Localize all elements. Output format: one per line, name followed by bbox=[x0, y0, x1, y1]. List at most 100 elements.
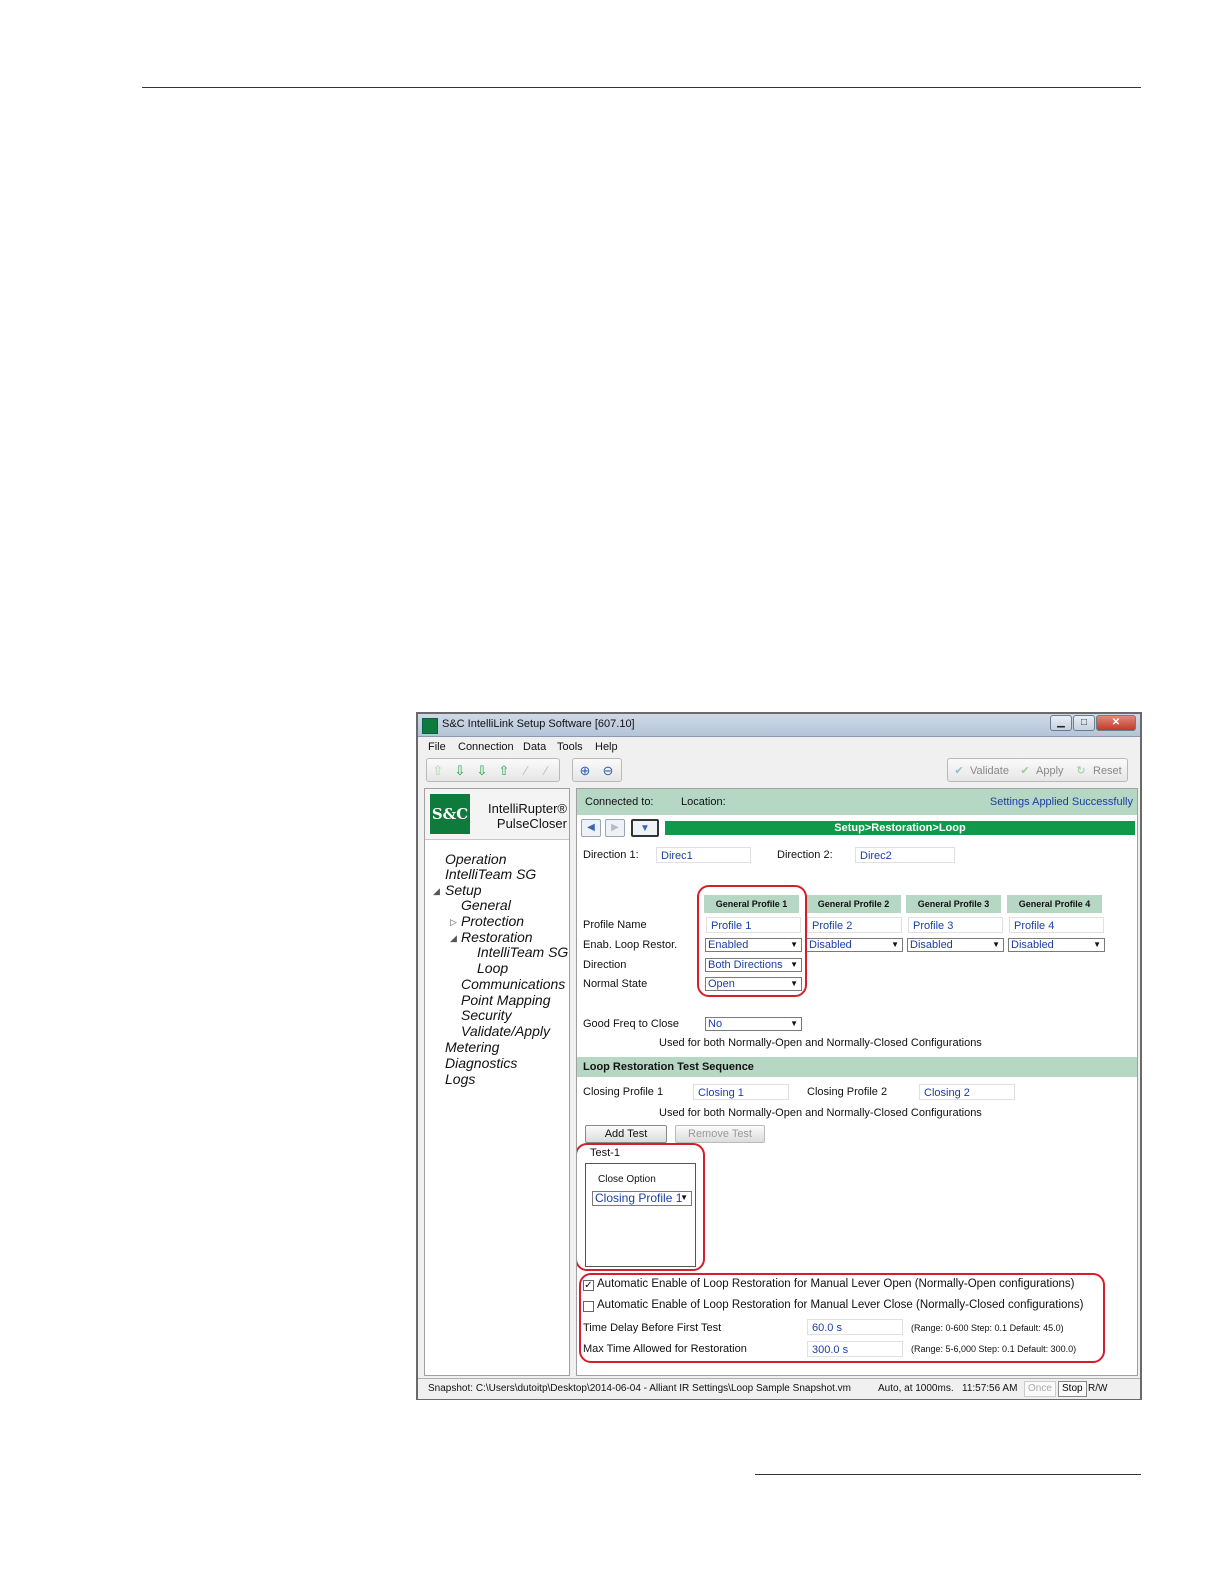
tree-point-mapping[interactable]: Point Mapping bbox=[461, 992, 551, 1008]
test-1-box: Close Option Closing Profile 1 ▼ bbox=[585, 1163, 696, 1267]
direction2-label: Direction 2: bbox=[777, 849, 833, 861]
chevron-down-icon: ▼ bbox=[1093, 940, 1101, 949]
title-bar: S&C IntelliLink Setup Software [607.10] … bbox=[418, 714, 1140, 737]
tree-setup[interactable]: Setup bbox=[445, 882, 482, 898]
remove-test-button[interactable]: Remove Test bbox=[675, 1125, 765, 1143]
closing-profile-1-field[interactable]: Closing 1 bbox=[693, 1084, 789, 1100]
breadcrumb: Setup>Restoration>Loop bbox=[665, 821, 1135, 835]
tree-metering[interactable]: Metering bbox=[445, 1039, 499, 1055]
once-button[interactable]: Once bbox=[1024, 1381, 1056, 1397]
apply-button[interactable]: Apply bbox=[1036, 765, 1064, 777]
profile-name-field-2[interactable]: Profile 2 bbox=[807, 917, 902, 933]
time-delay-field[interactable]: 60.0 s bbox=[807, 1319, 903, 1335]
expanded-arrow-icon[interactable]: ◢ bbox=[433, 886, 440, 897]
direction1-field[interactable]: Direc1 bbox=[656, 847, 751, 863]
tree-restoration[interactable]: Restoration bbox=[461, 929, 533, 945]
chevron-down-icon: ▼ bbox=[790, 960, 798, 969]
auto-close-checkbox[interactable] bbox=[583, 1301, 594, 1312]
auto-close-label: Automatic Enable of Loop Restoration for… bbox=[597, 1299, 1084, 1311]
zoom-out-icon[interactable]: ⊖ bbox=[601, 764, 615, 778]
close-button[interactable]: ✕ bbox=[1096, 715, 1136, 731]
location-label: Location: bbox=[681, 796, 726, 808]
column-header-profile-3: General Profile 3 bbox=[906, 895, 1001, 913]
profile-name-field-1[interactable]: Profile 1 bbox=[706, 917, 801, 933]
column-header-profile-4: General Profile 4 bbox=[1007, 895, 1102, 913]
sc-logo: S&C bbox=[430, 794, 470, 834]
zoom-in-icon[interactable]: ⊕ bbox=[578, 764, 592, 778]
reset-button[interactable]: Reset bbox=[1093, 765, 1122, 777]
page-top-rule bbox=[142, 87, 1141, 88]
chevron-down-icon: ▼ bbox=[992, 940, 1000, 949]
disabled-edit-icon: ⁄ bbox=[524, 763, 528, 778]
maximize-button[interactable]: □ bbox=[1073, 715, 1095, 731]
tree-operation[interactable]: Operation bbox=[445, 851, 506, 867]
max-time-range: (Range: 5-6,000 Step: 0.1 Default: 300.0… bbox=[911, 1344, 1077, 1354]
navigation-panel: S&C IntelliRupter® PulseCloser Operation… bbox=[424, 788, 570, 1376]
disabled-pencil-icon: ⁄ bbox=[544, 763, 548, 778]
close-option-select[interactable]: Closing Profile 1 ▼ bbox=[592, 1191, 692, 1206]
expanded-arrow-icon[interactable]: ◢ bbox=[450, 933, 457, 944]
tree-restoration-intelliteam[interactable]: IntelliTeam SG bbox=[477, 944, 568, 960]
max-time-field[interactable]: 300.0 s bbox=[807, 1341, 903, 1357]
closing-profile-2-label: Closing Profile 2 bbox=[807, 1086, 888, 1098]
menu-help[interactable]: Help bbox=[595, 741, 618, 753]
navigation-row: ◀ ▶ ▼ Setup>Restoration>Loop bbox=[577, 817, 1137, 839]
normal-state-select[interactable]: Open ▼ bbox=[705, 977, 802, 991]
add-test-button[interactable]: Add Test bbox=[585, 1125, 667, 1143]
forward-arrow-icon[interactable]: ▶ bbox=[605, 819, 625, 837]
snapshot-path: Snapshot: C:\Users\dutoitp\Desktop\2014-… bbox=[428, 1383, 852, 1394]
tree-protection[interactable]: Protection bbox=[461, 913, 524, 929]
closing-profile-1-label: Closing Profile 1 bbox=[583, 1086, 664, 1098]
stop-button[interactable]: Stop bbox=[1058, 1381, 1087, 1397]
tree-logs[interactable]: Logs bbox=[445, 1071, 475, 1087]
minimize-button[interactable]: ▁ bbox=[1050, 715, 1072, 731]
back-arrow-icon[interactable]: ◀ bbox=[581, 819, 601, 837]
settings-panel: Connected to: Location: Settings Applied… bbox=[576, 788, 1138, 1376]
good-freq-label: Good Freq to Close bbox=[583, 1018, 679, 1030]
good-freq-select[interactable]: No ▼ bbox=[705, 1017, 802, 1031]
window-title: S&C IntelliLink Setup Software [607.10] bbox=[442, 718, 635, 730]
closing-profile-2-field[interactable]: Closing 2 bbox=[919, 1084, 1015, 1100]
direction-label: Direction bbox=[583, 959, 627, 971]
toolbar: ⇧ ⇩ ⇩ ⇧ ⁄ ⁄ ⊕ ⊖ ✔ Validate ✔ Apply ↻ Res… bbox=[418, 756, 1140, 786]
tree-validate-apply[interactable]: Validate/Apply bbox=[461, 1023, 550, 1039]
status-bar: Snapshot: C:\Users\dutoitp\Desktop\2014-… bbox=[418, 1378, 1140, 1399]
tree-loop[interactable]: Loop bbox=[477, 960, 508, 976]
profile-name-field-3[interactable]: Profile 3 bbox=[908, 917, 1003, 933]
status-message: Settings Applied Successfully bbox=[989, 796, 1133, 808]
menu-tools[interactable]: Tools bbox=[557, 741, 583, 753]
upload-arrow-icon[interactable]: ⇧ bbox=[431, 764, 445, 778]
normal-state-label: Normal State bbox=[583, 978, 648, 990]
dropdown-arrow-icon[interactable]: ▼ bbox=[631, 819, 659, 837]
menu-connection[interactable]: Connection bbox=[458, 741, 514, 753]
validate-icon: ✔ bbox=[954, 765, 964, 777]
profile-name-field-4[interactable]: Profile 4 bbox=[1009, 917, 1104, 933]
enab-select-3[interactable]: Disabled ▼ bbox=[907, 938, 1004, 952]
enab-select-4[interactable]: Disabled ▼ bbox=[1008, 938, 1105, 952]
collapsed-arrow-icon[interactable]: ▷ bbox=[450, 917, 457, 928]
direction-select[interactable]: Both Directions ▼ bbox=[705, 958, 802, 972]
tree-intelliteam[interactable]: IntelliTeam SG bbox=[445, 866, 536, 882]
enab-select-3-value: Disabled bbox=[910, 939, 953, 951]
direction2-field[interactable]: Direc2 bbox=[855, 847, 955, 863]
download-file-icon[interactable]: ⇩ bbox=[475, 764, 489, 778]
tree-security[interactable]: Security bbox=[461, 1007, 512, 1023]
enab-select-1[interactable]: Enabled ▼ bbox=[705, 938, 802, 952]
upload-file-icon[interactable]: ⇧ bbox=[497, 764, 511, 778]
tree-communications[interactable]: Communications bbox=[461, 976, 565, 992]
enab-select-2-value: Disabled bbox=[809, 939, 852, 951]
max-time-label: Max Time Allowed for Restoration bbox=[583, 1343, 747, 1355]
auto-open-checkbox[interactable]: ✓ bbox=[583, 1280, 594, 1291]
validate-button[interactable]: Validate bbox=[970, 765, 1009, 777]
menu-data[interactable]: Data bbox=[523, 741, 546, 753]
tree-general[interactable]: General bbox=[461, 897, 511, 913]
menu-file[interactable]: File bbox=[428, 741, 446, 753]
tree-diagnostics[interactable]: Diagnostics bbox=[445, 1055, 517, 1071]
product-name-line1: IntelliRupter® bbox=[488, 801, 567, 816]
product-header: S&C IntelliRupter® PulseCloser bbox=[425, 789, 569, 840]
good-freq-select-value: No bbox=[708, 1018, 723, 1030]
profile-name-label: Profile Name bbox=[583, 919, 647, 931]
product-name-line2: PulseCloser bbox=[496, 816, 567, 831]
download-arrow-icon[interactable]: ⇩ bbox=[453, 764, 467, 778]
enab-select-2[interactable]: Disabled ▼ bbox=[806, 938, 903, 952]
